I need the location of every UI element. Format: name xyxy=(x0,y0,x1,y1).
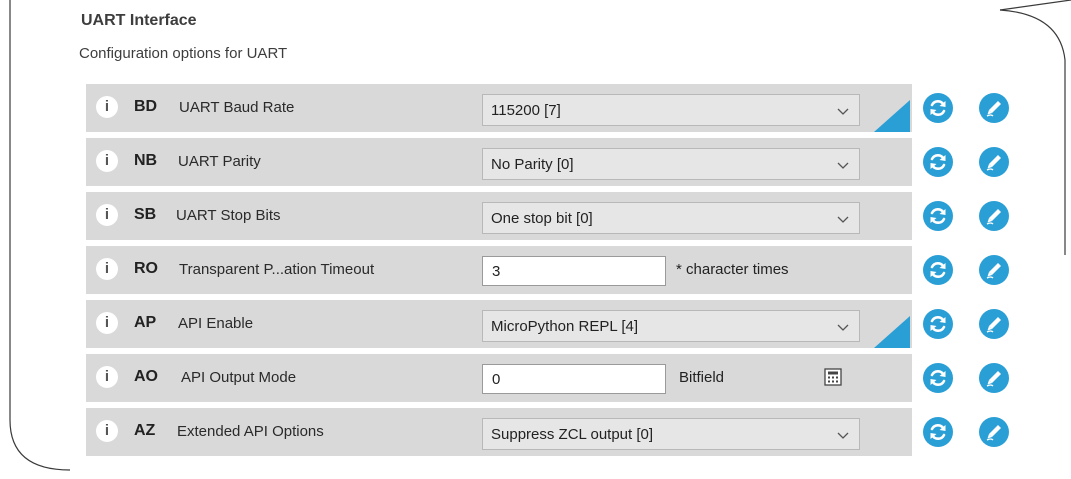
refresh-icon xyxy=(930,154,946,170)
stop-bits-select[interactable]: One stop bit [0] xyxy=(482,202,860,234)
refresh-icon xyxy=(930,208,946,224)
api-enable-select[interactable]: MicroPython REPL [4] xyxy=(482,310,860,342)
setting-code: BD xyxy=(134,98,158,115)
write-ao-button[interactable] xyxy=(979,363,1009,393)
refresh-icon xyxy=(930,262,946,278)
select-value: MicroPython REPL [4] xyxy=(491,318,639,335)
setting-code: RO xyxy=(134,260,158,277)
calculator-icon[interactable] xyxy=(824,368,842,386)
setting-label: API Output Mode xyxy=(181,369,297,386)
setting-code: AP xyxy=(134,314,157,331)
setting-code: NB xyxy=(134,152,158,169)
setting-code: AZ xyxy=(134,422,156,439)
refresh-icon xyxy=(930,316,946,332)
setting-label: Extended API Options xyxy=(177,423,324,440)
info-icon[interactable]: i xyxy=(96,312,118,334)
refresh-icon xyxy=(930,424,946,440)
write-az-button[interactable] xyxy=(979,417,1009,447)
setting-row-ao: i AO API Output Mode 0 Bitfield xyxy=(86,354,912,402)
setting-label: Transparent P...ation Timeout xyxy=(179,261,375,278)
setting-label: UART Stop Bits xyxy=(176,207,281,224)
info-icon[interactable]: i xyxy=(96,420,118,442)
input-value: 3 xyxy=(492,263,501,280)
pencil-icon xyxy=(986,209,1001,225)
section-title: UART Interface xyxy=(81,12,197,29)
api-output-mode-input[interactable]: 0 xyxy=(482,364,666,394)
modified-corner-icon xyxy=(860,84,910,132)
pencil-icon xyxy=(986,263,1001,279)
read-sb-button[interactable] xyxy=(923,201,953,231)
setting-row-nb: i NB UART Parity No Parity [0] xyxy=(86,138,912,186)
pencil-icon xyxy=(986,425,1001,441)
chevron-down-icon xyxy=(837,162,849,169)
setting-label: API Enable xyxy=(178,315,254,332)
read-nb-button[interactable] xyxy=(923,147,953,177)
setting-row-az: i AZ Extended API Options Suppress ZCL o… xyxy=(86,408,912,456)
setting-row-bd: i BD UART Baud Rate 115200 [7] xyxy=(86,84,912,132)
read-ap-button[interactable] xyxy=(923,309,953,339)
baud-rate-select[interactable]: 115200 [7] xyxy=(482,94,860,126)
chevron-down-icon xyxy=(837,216,849,223)
write-bd-button[interactable] xyxy=(979,93,1009,123)
write-ap-button[interactable] xyxy=(979,309,1009,339)
refresh-icon xyxy=(930,370,946,386)
setting-code: SB xyxy=(134,206,157,223)
select-value: Suppress ZCL output [0] xyxy=(491,426,654,443)
select-value: No Parity [0] xyxy=(491,156,574,173)
read-ao-button[interactable] xyxy=(923,363,953,393)
chevron-down-icon xyxy=(837,432,849,439)
chevron-down-icon xyxy=(837,324,849,331)
write-ro-button[interactable] xyxy=(979,255,1009,285)
unit-label: * character times xyxy=(676,261,789,278)
info-icon[interactable]: i xyxy=(96,204,118,226)
read-bd-button[interactable] xyxy=(923,93,953,123)
setting-row-ap: i AP API Enable MicroPython REPL [4] xyxy=(86,300,912,348)
info-icon[interactable]: i xyxy=(96,96,118,118)
chevron-down-icon xyxy=(837,108,849,115)
pencil-icon xyxy=(986,155,1001,171)
write-sb-button[interactable] xyxy=(979,201,1009,231)
info-icon[interactable]: i xyxy=(96,258,118,280)
parity-select[interactable]: No Parity [0] xyxy=(482,148,860,180)
read-az-button[interactable] xyxy=(923,417,953,447)
setting-label: UART Parity xyxy=(178,153,261,170)
info-icon[interactable]: i xyxy=(96,150,118,172)
setting-label: UART Baud Rate xyxy=(179,99,295,116)
setting-code: AO xyxy=(134,368,158,385)
modified-corner-icon xyxy=(860,300,910,348)
bitfield-label: Bitfield xyxy=(679,369,725,386)
section-subtitle: Configuration options for UART xyxy=(79,45,288,62)
select-value: One stop bit [0] xyxy=(491,210,593,227)
refresh-icon xyxy=(930,100,946,116)
read-ro-button[interactable] xyxy=(923,255,953,285)
select-value: 115200 [7] xyxy=(491,102,561,119)
pencil-icon xyxy=(986,101,1001,117)
pencil-icon xyxy=(986,317,1001,333)
extended-api-select[interactable]: Suppress ZCL output [0] xyxy=(482,418,860,450)
setting-row-ro: i RO Transparent P...ation Timeout 3 * c… xyxy=(86,246,912,294)
setting-row-sb: i SB UART Stop Bits One stop bit [0] xyxy=(86,192,912,240)
timeout-input[interactable]: 3 xyxy=(482,256,666,286)
pencil-icon xyxy=(986,371,1001,387)
write-nb-button[interactable] xyxy=(979,147,1009,177)
input-value: 0 xyxy=(492,371,501,388)
info-icon[interactable]: i xyxy=(96,366,118,388)
